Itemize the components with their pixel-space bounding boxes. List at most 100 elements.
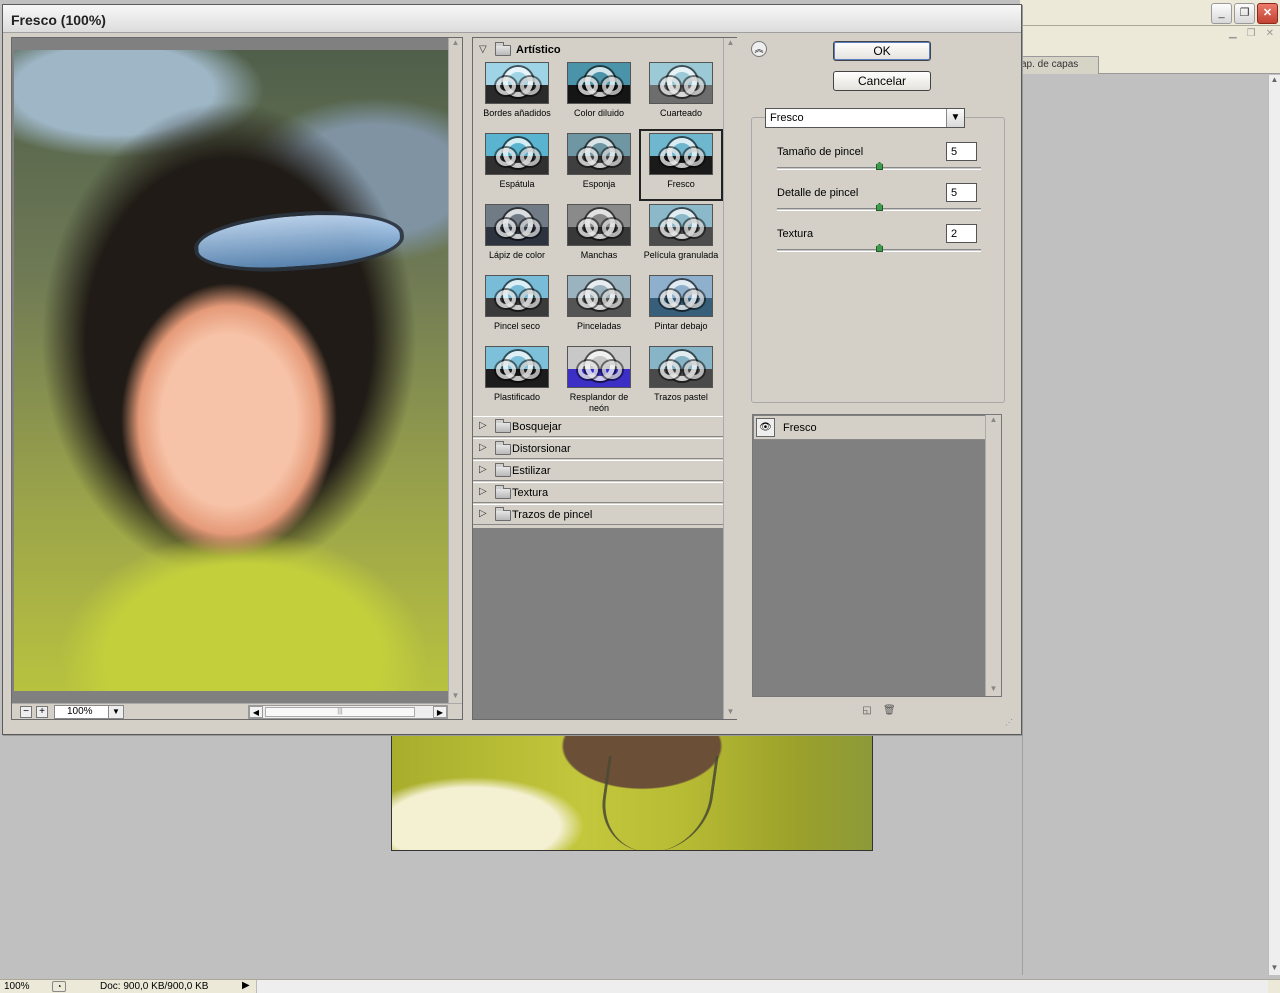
category-row[interactable]: ▷ Distorsionar xyxy=(473,438,723,459)
knot-shape xyxy=(496,148,516,166)
effect-layers-panel: 👁 Fresco ▲ ▼ xyxy=(752,414,1002,697)
filter-preview-image xyxy=(567,346,631,388)
collapse-gallery-icon[interactable]: ︽ xyxy=(751,41,767,57)
filter-thumbnail[interactable]: Bordes añadidos xyxy=(477,60,557,128)
filter-preview-image xyxy=(649,133,713,175)
scroll-up-icon[interactable]: ▲ xyxy=(449,38,462,50)
knot-shape xyxy=(496,361,516,379)
scroll-up-icon[interactable]: ▲ xyxy=(986,415,1001,427)
collapsed-triangle-icon[interactable]: ▷ xyxy=(479,464,487,475)
filter-thumbnail[interactable]: Manchas xyxy=(559,202,639,270)
param-value-input[interactable]: 5 xyxy=(946,142,977,161)
filter-preview-image xyxy=(567,62,631,104)
filter-caption: Esponja xyxy=(582,179,616,189)
document-horizontal-scrollbar[interactable] xyxy=(256,980,1268,993)
background-panel xyxy=(1022,75,1268,975)
layers-vertical-scrollbar[interactable]: ▲ ▼ xyxy=(985,415,1001,696)
knot-shape xyxy=(520,77,540,95)
eye-icon[interactable]: 👁 xyxy=(756,418,775,437)
filter-select[interactable]: Fresco ▼ xyxy=(765,108,965,128)
tab-layer-comps[interactable]: ap. de capas xyxy=(1020,56,1100,74)
filter-thumbnail[interactable]: Trazos pastel xyxy=(641,344,721,412)
filter-caption: Plastificado xyxy=(493,392,541,402)
category-label: Bosquejar xyxy=(512,421,562,433)
scroll-down-icon[interactable]: ▼ xyxy=(449,691,462,703)
filter-thumbnail[interactable]: Espátula xyxy=(477,131,557,199)
restore-button[interactable]: ❐ xyxy=(1234,3,1255,24)
filter-thumbnail[interactable]: Lápiz de color xyxy=(477,202,557,270)
param-slider-handle[interactable] xyxy=(876,162,883,170)
category-row[interactable]: ▷ Bosquejar xyxy=(473,416,723,437)
scroll-down-icon[interactable]: ▼ xyxy=(986,684,1001,696)
filter-caption: Fresco xyxy=(667,179,695,189)
zoom-in-button[interactable]: + xyxy=(36,706,48,718)
collapsed-triangle-icon[interactable]: ▷ xyxy=(479,420,487,431)
filter-thumbnail[interactable]: Resplandor de neón xyxy=(559,344,639,413)
resize-grip-icon[interactable]: ⋰ xyxy=(1005,718,1015,728)
collapsed-triangle-icon[interactable]: ▷ xyxy=(479,508,487,519)
filter-thumbnail[interactable]: Esponja xyxy=(559,131,639,199)
param-slider-handle[interactable] xyxy=(876,203,883,211)
status-arrow-icon[interactable]: ▶ xyxy=(242,980,250,991)
filter-thumbnail[interactable]: Película granulada xyxy=(641,202,721,270)
category-row[interactable]: ▷ Estilizar xyxy=(473,460,723,481)
scroll-right-icon[interactable]: ▶ xyxy=(433,706,447,718)
new-effect-layer-icon[interactable]: ◱ xyxy=(861,705,873,717)
expanded-triangle-icon[interactable]: ▽ xyxy=(479,44,487,55)
doc-close-icon[interactable]: ✕ xyxy=(1266,28,1274,39)
filter-preview-image xyxy=(567,204,631,246)
status-menu-icon[interactable]: ◔ xyxy=(52,981,66,992)
filter-thumbnail[interactable]: Color diluido xyxy=(559,60,639,128)
category-label: Textura xyxy=(512,487,549,499)
knot-shape xyxy=(602,77,622,95)
cancel-button[interactable]: Cancelar xyxy=(833,71,931,91)
folder-icon xyxy=(495,463,511,477)
category-row[interactable]: ▷ Textura xyxy=(473,482,723,503)
filter-thumbnail[interactable]: Cuarteado xyxy=(641,60,721,128)
filter-thumbnail[interactable]: Pinceladas xyxy=(559,273,639,341)
folder-icon xyxy=(495,419,511,433)
preview-image[interactable] xyxy=(14,50,448,691)
category-artistic[interactable]: ▽ Artístico xyxy=(473,40,723,60)
folder-icon xyxy=(495,42,511,56)
scroll-up-icon[interactable]: ▲ xyxy=(1269,75,1280,87)
filter-thumbnail[interactable]: Pincel seco xyxy=(477,273,557,341)
necklace-shape xyxy=(595,756,719,850)
zoom-out-button[interactable]: − xyxy=(20,706,32,718)
category-row[interactable]: ▷ Trazos de pincel xyxy=(473,504,723,525)
close-button[interactable]: ✕ xyxy=(1257,3,1278,24)
scroll-down-icon[interactable]: ▼ xyxy=(724,707,737,719)
status-zoom[interactable]: 100% xyxy=(4,981,40,992)
trash-icon[interactable]: 🗑 xyxy=(883,705,896,717)
zoom-dropdown-icon[interactable]: ▼ xyxy=(108,705,124,719)
param-value-input[interactable]: 5 xyxy=(946,183,977,202)
minimize-button[interactable]: _ xyxy=(1211,3,1232,24)
dialog-title: Fresco (100%) xyxy=(11,12,106,28)
collapsed-triangle-icon[interactable]: ▷ xyxy=(479,486,487,497)
filter-thumbnail[interactable]: Fresco xyxy=(639,129,723,201)
param-value-input[interactable]: 2 xyxy=(946,224,977,243)
doc-restore-icon[interactable]: ❐ xyxy=(1247,28,1256,39)
preview-vertical-scrollbar[interactable]: ▲ ▼ xyxy=(448,38,462,703)
filter-preview-image xyxy=(567,133,631,175)
filter-thumbnail[interactable]: Plastificado xyxy=(477,344,557,412)
effect-layer-row[interactable]: 👁 Fresco xyxy=(754,416,985,440)
chevron-down-icon[interactable]: ▼ xyxy=(946,109,964,127)
document-vertical-scrollbar[interactable]: ▲ ▼ xyxy=(1268,75,1280,975)
param-slider-handle[interactable] xyxy=(876,244,883,252)
scroll-left-icon[interactable]: ◀ xyxy=(249,706,263,718)
folder-icon xyxy=(495,485,511,499)
scroll-thumb[interactable]: ||| xyxy=(265,707,415,717)
filter-param: Tamaño de pincel 5 xyxy=(777,142,981,172)
doc-minimize-icon[interactable]: ▁ xyxy=(1229,28,1237,39)
scroll-down-icon[interactable]: ▼ xyxy=(1269,963,1280,975)
knot-shape xyxy=(602,361,622,379)
filter-thumbnail[interactable]: Pintar debajo xyxy=(641,273,721,341)
scroll-up-icon[interactable]: ▲ xyxy=(724,38,737,50)
preview-horizontal-scrollbar[interactable]: ◀ ||| ▶ xyxy=(248,705,448,719)
collapsed-triangle-icon[interactable]: ▷ xyxy=(479,442,487,453)
gallery-vertical-scrollbar[interactable]: ▲ ▼ xyxy=(723,38,737,719)
knot-shape xyxy=(520,148,540,166)
ok-button[interactable]: OK xyxy=(833,41,931,61)
knot-shape xyxy=(660,77,680,95)
